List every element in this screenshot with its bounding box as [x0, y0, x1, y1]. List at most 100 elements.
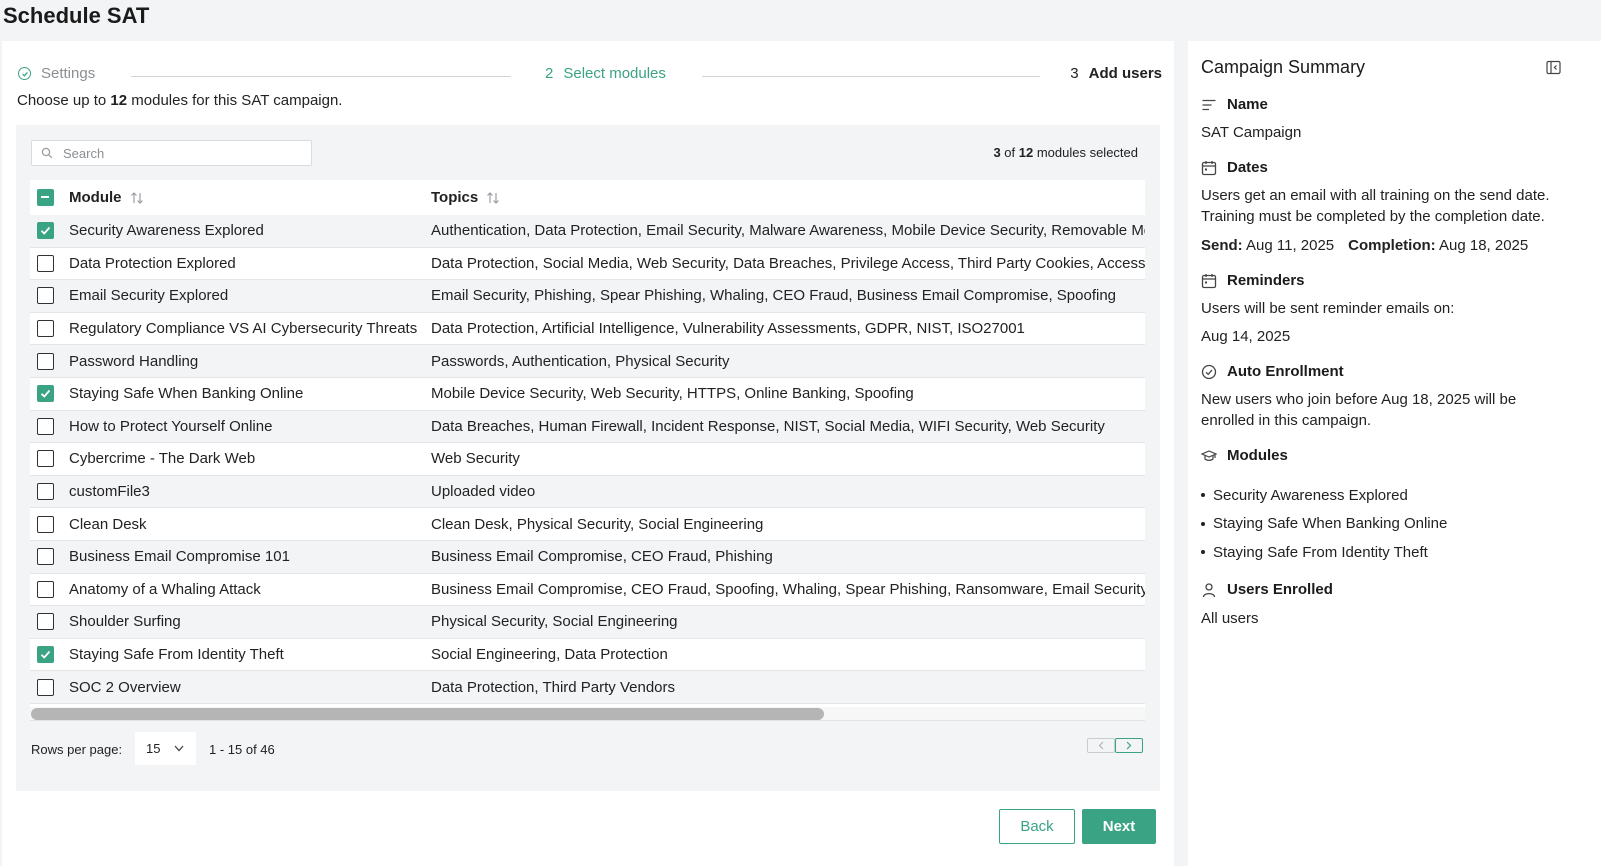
sort-arrows-icon[interactable]: [130, 192, 144, 204]
chevron-left-icon: [1098, 741, 1104, 750]
row-checkbox[interactable]: [37, 483, 54, 501]
summary-name-heading-label: Name: [1227, 96, 1268, 113]
sort-arrows-icon[interactable]: [486, 192, 500, 204]
table-row[interactable]: Regulatory Compliance VS AI Cybersecurit…: [30, 313, 1145, 346]
summary-dates-values: Send: Aug 11, 2025 Completion: Aug 18, 20…: [1201, 237, 1528, 254]
graduation-cap-icon: [1201, 448, 1217, 464]
summary-dates-line1: Users get an email with all training on …: [1201, 187, 1550, 204]
checkmark-icon: [40, 390, 51, 399]
scrollbar-thumb[interactable]: [31, 708, 824, 720]
module-name-cell: Staying Safe When Banking Online: [69, 385, 304, 403]
module-name-cell: How to Protect Yourself Online: [69, 417, 273, 435]
rows-per-page-label: Rows per page:: [31, 742, 123, 757]
row-checkbox[interactable]: [37, 222, 54, 240]
module-name-cell: SOC 2 Overview: [69, 678, 181, 696]
previous-page-button[interactable]: [1087, 738, 1115, 753]
summary-name-heading: Name: [1201, 96, 1268, 113]
calendar-icon: [1201, 273, 1217, 289]
row-checkbox[interactable]: [37, 385, 54, 403]
select-all-checkbox[interactable]: [37, 189, 54, 206]
topics-cell: Physical Security, Social Engineering: [431, 613, 678, 631]
completion-value: Aug 18, 2025: [1435, 237, 1529, 254]
topics-cell: Data Protection, Social Media, Web Secur…: [431, 254, 1145, 272]
table-row[interactable]: Staying Safe From Identity Theft Social E…: [30, 639, 1145, 672]
check-circle-icon: [18, 67, 31, 80]
search-icon: [41, 147, 53, 159]
summary-dates-line2: Training must be completed by the comple…: [1201, 208, 1545, 225]
row-checkbox[interactable]: [37, 320, 54, 338]
table-row[interactable]: Password Handling Passwords, Authenticati…: [30, 345, 1145, 378]
send-value: Aug 11, 2025: [1242, 237, 1335, 254]
topics-cell: Business Email Compromise, CEO Fraud, Ph…: [431, 548, 773, 566]
table-row[interactable]: Anatomy of a Whaling Attack Business Emai…: [30, 574, 1145, 607]
table-body: Security Awareness Explored Authenticatio…: [30, 215, 1145, 704]
summary-dates-heading: Dates: [1201, 159, 1268, 176]
summary-reminders-heading-label: Reminders: [1227, 272, 1305, 289]
checkmark-icon: [40, 650, 51, 659]
stepper-divider: [131, 76, 511, 77]
table-row[interactable]: Business Email Compromise 101 Business Em…: [30, 540, 1145, 574]
step-select-modules-label: Select modules: [563, 65, 666, 82]
row-checkbox[interactable]: [37, 678, 54, 696]
summary-auto-line2: enrolled in this campaign.: [1201, 412, 1372, 429]
search-input[interactable]: [63, 145, 293, 161]
selected-count: 3: [993, 145, 1001, 160]
next-page-button[interactable]: [1115, 738, 1143, 753]
next-button[interactable]: Next: [1082, 809, 1156, 844]
panel-collapse-icon[interactable]: [1546, 60, 1561, 75]
table-row[interactable]: Data Protection Explored Data Protection,…: [30, 248, 1145, 281]
back-button[interactable]: Back: [999, 809, 1075, 844]
row-checkbox[interactable]: [37, 352, 54, 370]
row-checkbox[interactable]: [37, 417, 54, 435]
table-row[interactable]: Clean Desk Clean Desk, Physical Security,…: [30, 508, 1145, 541]
module-name-cell: Clean Desk: [69, 515, 147, 533]
row-checkbox[interactable]: [37, 548, 54, 566]
stepper-divider: [702, 76, 1040, 77]
intro-text: Choose up to 12 modules for this SAT cam…: [17, 92, 342, 109]
column-header-topics[interactable]: Topics: [431, 189, 500, 206]
horizontal-scrollbar[interactable]: [30, 707, 1145, 721]
user-icon: [1201, 582, 1217, 598]
step-number: 2: [545, 65, 554, 82]
row-checkbox[interactable]: [37, 613, 54, 631]
step-select-modules[interactable]: 2 Select modules: [545, 65, 666, 82]
search-field[interactable]: [31, 140, 312, 166]
table-row[interactable]: Cybercrime - The Dark Web Web Security: [30, 443, 1145, 476]
module-name-cell: Security Awareness Explored: [69, 222, 264, 240]
rows-per-page-select[interactable]: 15: [135, 732, 196, 765]
summary-reminders-date: Aug 14, 2025: [1201, 328, 1291, 345]
table-row[interactable]: Email Security Explored Email Security, P…: [30, 280, 1145, 313]
row-checkbox[interactable]: [37, 287, 54, 305]
row-checkbox[interactable]: [37, 450, 54, 468]
summary-users-value: All users: [1201, 610, 1259, 627]
selection-count: 3 of 12 modules selected: [993, 145, 1138, 160]
summary-modules-heading-label: Modules: [1227, 447, 1288, 464]
module-name-cell: Regulatory Compliance VS AI Cybersecurit…: [69, 320, 418, 338]
table-row[interactable]: Staying Safe When Banking Online Mobile D…: [30, 378, 1145, 411]
row-checkbox[interactable]: [37, 515, 54, 533]
topics-cell: Data Protection, Third Party Vendors: [431, 678, 676, 696]
table-row[interactable]: Security Awareness Explored Authenticatio…: [30, 215, 1145, 248]
column-header-module[interactable]: Module: [69, 189, 144, 206]
row-checkbox[interactable]: [37, 254, 54, 272]
summary-users-heading-label: Users Enrolled: [1227, 581, 1333, 598]
table-row[interactable]: SOC 2 Overview Data Protection, Third Par…: [30, 671, 1145, 704]
step-add-users[interactable]: 3 Add users: [1070, 65, 1162, 82]
table-row[interactable]: How to Protect Yourself Online Data Breac…: [30, 410, 1145, 444]
step-settings[interactable]: Settings: [18, 65, 95, 82]
summary-auto-enrollment-heading-label: Auto Enrollment: [1227, 363, 1344, 380]
row-checkbox[interactable]: [37, 646, 54, 664]
row-checkbox[interactable]: [37, 580, 54, 598]
intro-suffix: modules for this SAT campaign.: [127, 92, 343, 109]
topics-cell: Passwords, Authentication, Physical Secu…: [431, 352, 730, 370]
table-row[interactable]: Shoulder Surfing Physical Security, Socia…: [30, 606, 1145, 639]
table-row[interactable]: customFile3 Uploaded video: [30, 475, 1145, 509]
check-circle-icon: [1201, 364, 1217, 380]
summary-module-item: Staying Safe When Banking Online: [1201, 510, 1447, 539]
send-label: Send:: [1201, 237, 1243, 254]
stepper: Settings 2 Select modules 3 Add users: [18, 65, 1162, 87]
summary-modules-heading: Modules: [1201, 447, 1288, 464]
summary-auto-line1: New users who join before Aug 18, 2025 w…: [1201, 391, 1517, 408]
campaign-summary-panel: Campaign Summary Name SAT Campaign Dates…: [1188, 41, 1601, 866]
topics-cell: Mobile Device Security, Web Security, HT…: [431, 385, 914, 403]
